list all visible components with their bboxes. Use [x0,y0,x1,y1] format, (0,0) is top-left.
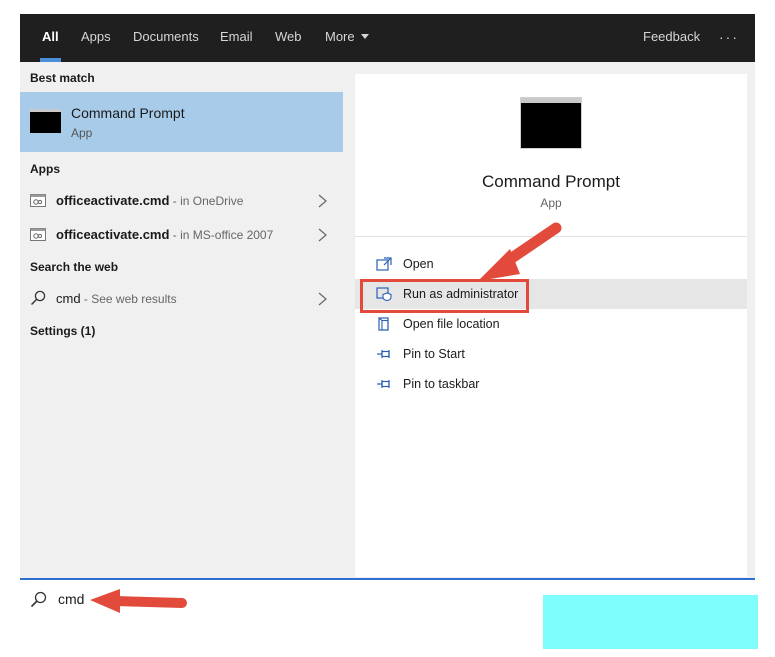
feedback-button[interactable]: Feedback [643,14,700,62]
chevron-right-icon[interactable] [318,228,327,242]
script-file-icon [30,194,46,207]
list-item[interactable]: officeactivate.cmd - in OneDrive [20,186,343,216]
open-action[interactable]: Open [355,249,747,279]
more-options-icon[interactable]: ··· [719,14,739,62]
chevron-right-icon[interactable] [318,194,327,208]
search-input[interactable]: cmd [58,591,84,607]
detail-subtitle: App [540,196,562,210]
app-result-location: - in MS-office 2007 [169,228,274,242]
cyan-block [543,595,758,649]
command-prompt-icon [521,98,581,148]
best-match-title: Command Prompt [71,105,185,121]
tab-documents[interactable]: Documents [133,14,199,62]
chevron-right-icon[interactable] [318,292,327,306]
web-query: cmd [56,291,81,306]
apps-heading: Apps [30,162,60,176]
divider [355,236,747,237]
search-web-heading: Search the web [30,260,119,274]
web-result-suffix: - See web results [80,292,177,306]
action-label: Pin to taskbar [403,377,480,391]
command-prompt-icon [30,109,61,133]
open-icon [376,257,392,271]
pin-icon [377,380,390,388]
tab-all[interactable]: All [40,14,61,62]
tab-more-label: More [325,29,355,44]
detail-card: Command Prompt App Open Run as administr… [355,74,747,577]
script-file-icon [30,228,46,241]
best-match-subtitle: App [71,126,93,140]
search-icon [30,290,46,306]
app-result-name: officeactivate.cmd [56,193,170,208]
best-match-heading: Best match [30,71,95,85]
list-item[interactable]: officeactivate.cmd - in MS-office 2007 [20,220,343,250]
tab-apps[interactable]: Apps [81,14,111,62]
app-result-name: officeactivate.cmd [56,227,170,242]
search-scope-bar: All Apps Documents Email Web More Feedba… [20,14,755,62]
search-icon [30,591,47,608]
tab-email[interactable]: Email [220,14,253,62]
tab-more[interactable]: More [325,14,369,62]
action-label: Open [403,257,434,271]
pin-to-taskbar-action[interactable]: Pin to taskbar [355,369,747,399]
action-label: Pin to Start [403,347,465,361]
settings-heading[interactable]: Settings (1) [30,324,95,338]
results-pane: Best match Command Prompt App Apps offic… [20,62,353,579]
tab-web[interactable]: Web [275,14,302,62]
pin-icon [377,350,390,358]
open-file-location-action[interactable]: Open file location [355,309,747,339]
file-location-icon [378,317,389,331]
detail-pane: Command Prompt App Open Run as administr… [353,62,755,579]
best-match-item[interactable]: Command Prompt App [20,92,343,152]
web-result-item[interactable]: cmd - See web results [20,284,343,314]
pin-to-start-action[interactable]: Pin to Start [355,339,747,369]
action-label: Open file location [403,317,500,331]
detail-title: Command Prompt [482,172,620,191]
app-result-location: - in OneDrive [169,194,244,208]
caret-down-icon [360,34,369,40]
annotation-highlight-box [360,279,529,313]
